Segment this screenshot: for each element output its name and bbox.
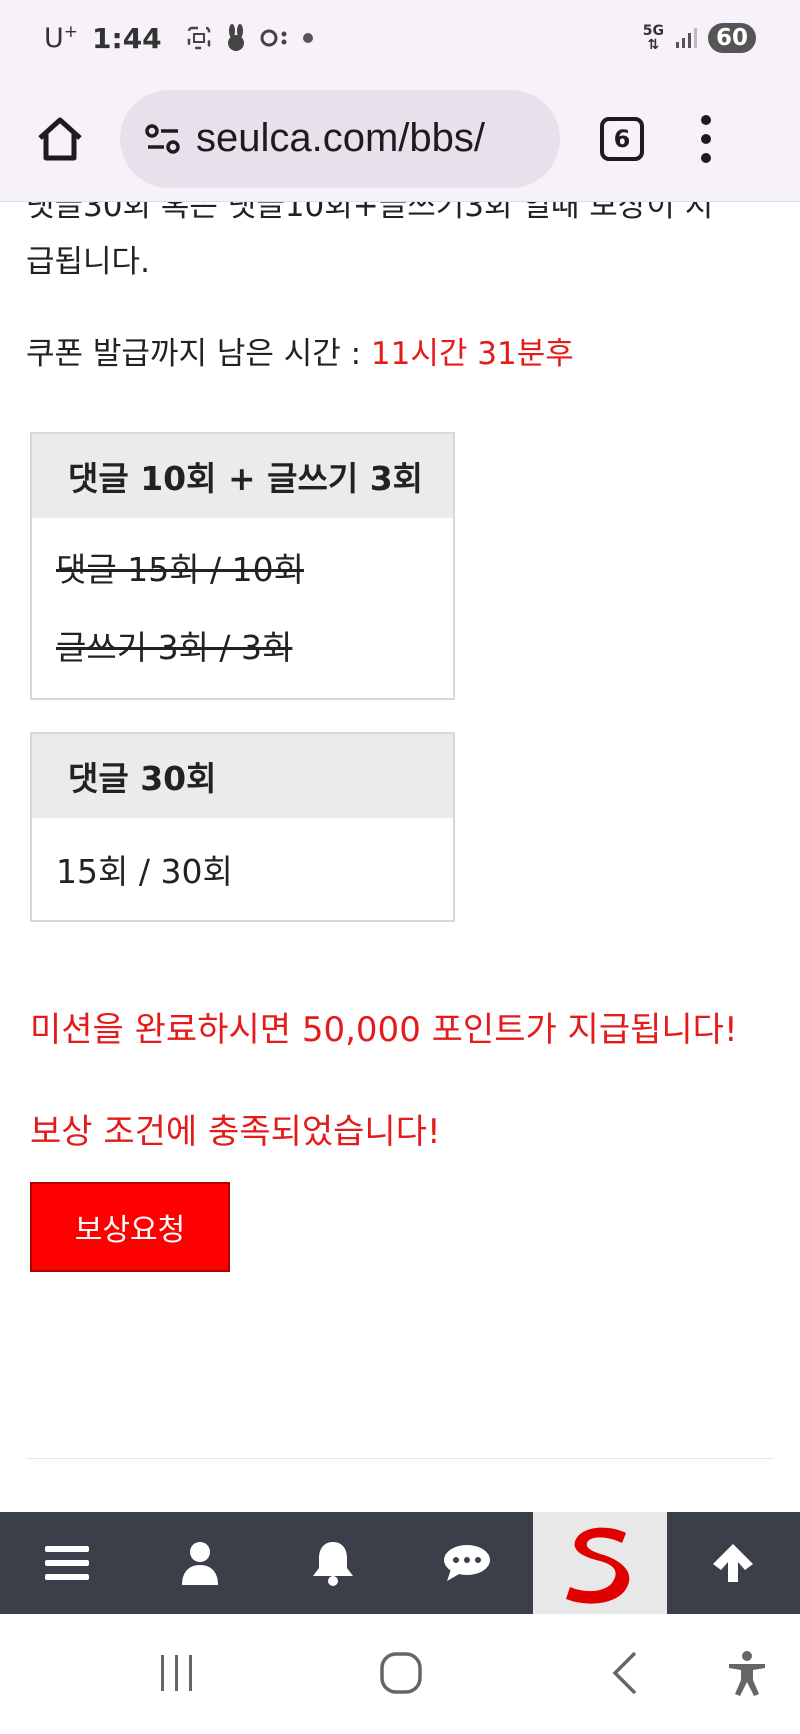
nav-scroll-top-button[interactable]	[667, 1512, 800, 1614]
mission-title: 댓글 30회	[32, 734, 453, 818]
accessibility-icon	[729, 1651, 765, 1696]
mission-progress-comments: 댓글 15회 / 10회	[56, 550, 305, 589]
condition-message: 보상 조건에 충족되었습니다!	[30, 1112, 441, 1152]
mission-box-comments: 댓글 30회 15회 / 30회	[30, 732, 455, 922]
page-content: 댓글30회 혹은 댓글10회+글쓰기3회 일때 보상이 지 급됩니다. 쿠폰 발…	[0, 202, 800, 1512]
tab-switcher-button[interactable]: 6	[600, 116, 644, 161]
carrier-label: U+	[44, 22, 79, 54]
timer-label: 쿠폰 발급까지 남은 시간 :	[26, 336, 371, 372]
dot-icon	[302, 33, 313, 43]
mission-box-comment-post: 댓글 10회 + 글쓰기 3회 댓글 15회 / 10회 글쓰기 3회 / 3회	[30, 432, 455, 700]
android-home-button[interactable]	[374, 1648, 428, 1698]
menu-icon	[44, 1546, 89, 1580]
reward-message: 미션을 완료하시면 50,000 포인트가 지급됩니다!	[30, 1010, 738, 1050]
chat-icon	[443, 1545, 490, 1581]
arrow-up-icon	[713, 1544, 754, 1582]
back-icon	[612, 1651, 637, 1695]
network-badge: 5G ⇅	[642, 23, 664, 53]
bell-icon	[313, 1542, 354, 1586]
status-bar: U+ 1:44 5G ⇅ 60	[0, 0, 800, 76]
bunny-icon	[227, 24, 244, 51]
coupon-timer: 쿠폰 발급까지 남은 시간 : 11시간 31분후	[26, 328, 574, 373]
android-nav-bar	[0, 1614, 800, 1734]
mission-progress-comments: 15회 / 30회	[56, 852, 233, 891]
nav-chat-button[interactable]	[400, 1512, 533, 1614]
accessibility-button[interactable]	[720, 1648, 774, 1698]
site-logo	[565, 1527, 630, 1604]
link-icon	[260, 29, 287, 47]
home-button[interactable]	[30, 109, 90, 169]
status-time: 1:44	[92, 21, 162, 55]
mission-description-cutoff: 댓글30회 혹은 댓글10회+글쓰기3회 일때 보상이 지	[26, 202, 714, 224]
recents-button[interactable]	[150, 1648, 204, 1698]
site-settings-icon[interactable]	[144, 122, 182, 156]
address-bar[interactable]: seulca.com/bbs/	[120, 89, 560, 188]
mission-description: 급됩니다.	[26, 244, 150, 280]
user-icon	[181, 1542, 218, 1585]
url-text[interactable]: seulca.com/bbs/	[196, 116, 485, 161]
signal-icon	[675, 28, 697, 48]
divider	[26, 1458, 774, 1459]
mission-title: 댓글 10회 + 글쓰기 3회	[32, 434, 453, 518]
back-button[interactable]	[598, 1648, 652, 1698]
site-logo-button[interactable]	[533, 1512, 667, 1614]
reward-request-button[interactable]: 보상요청	[30, 1182, 230, 1272]
battery-indicator: 60	[707, 23, 756, 53]
browser-menu-button[interactable]	[696, 114, 716, 163]
home-circle-icon	[380, 1652, 422, 1694]
recents-icon	[161, 1655, 192, 1691]
home-icon	[38, 117, 82, 160]
nav-menu-button[interactable]	[0, 1512, 133, 1614]
site-bottom-nav	[0, 1512, 800, 1614]
nav-notification-button[interactable]	[267, 1512, 400, 1614]
screenshot-icon	[187, 26, 210, 50]
timer-value: 11시간 31분후	[370, 336, 574, 372]
mission-progress-posts: 글쓰기 3회 / 3회	[56, 628, 293, 667]
browser-toolbar: seulca.com/bbs/ 6	[0, 76, 800, 202]
nav-user-button[interactable]	[133, 1512, 266, 1614]
